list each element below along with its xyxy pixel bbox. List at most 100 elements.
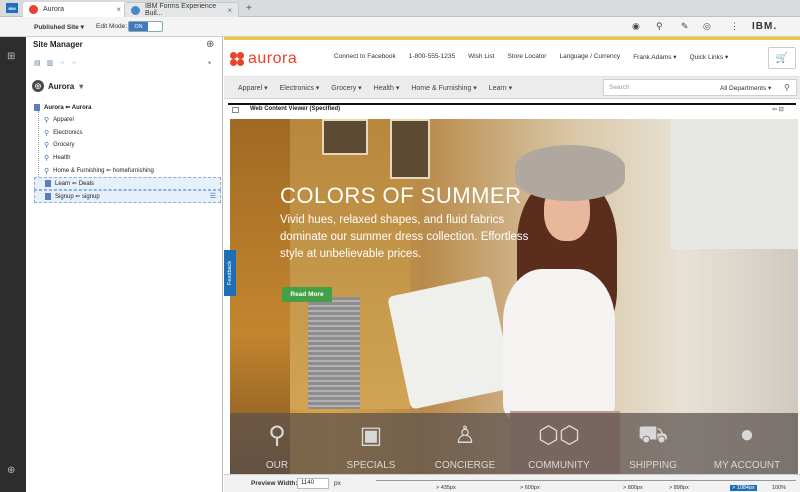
link-icon: ⚲: [44, 155, 50, 163]
ibm-favicon: IBM: [6, 3, 18, 13]
add-page-icon[interactable]: ⊕: [206, 39, 214, 50]
flower-icon: [230, 52, 244, 66]
preview-width-input[interactable]: 1140: [297, 478, 329, 489]
hero-banner: COLORS OF SUMMER Vivid hues, relaxed sha…: [230, 119, 798, 474]
tree-label: Aurora ⇐ Aurora: [44, 104, 92, 111]
service-label: SPECIALS: [346, 460, 396, 471]
tree-label: Grocery: [53, 142, 75, 149]
logo-text: aurora: [248, 50, 298, 67]
link-icon: ⚲: [44, 167, 50, 175]
service-label: OUR: [265, 460, 289, 471]
wishlist-link[interactable]: Wish List: [468, 53, 494, 61]
phone-link[interactable]: 1-800-555-1235: [409, 53, 455, 61]
breakpoint-600[interactable]: > 600px: [520, 485, 540, 491]
service-my-account[interactable]: ● MY ACCOUNT: [700, 413, 794, 474]
nav-health[interactable]: Health ▾: [374, 84, 400, 92]
wrench-icon[interactable]: ✎: [681, 21, 689, 32]
service-icon-bar: ⚲ OUR ▣ SPECIALS ♙ CONCIERGE ⬡⬡ COMMUNITY ⛟ S…: [230, 413, 798, 474]
tree-root[interactable]: Aurora ⇐ Aurora: [34, 101, 221, 114]
site-selector[interactable]: ◎ Aurora ▾: [32, 80, 83, 92]
service-label: MY ACCOUNT: [713, 460, 781, 471]
department-select[interactable]: All Departments ▾: [720, 84, 771, 92]
tree-label: Electronics: [53, 129, 83, 136]
service-community[interactable]: ⬡⬡ COMMUNITY: [512, 413, 606, 474]
more-icon[interactable]: ⋮: [730, 21, 739, 32]
eye-icon[interactable]: ◎: [703, 21, 711, 32]
category-nav: Apparel ▾ Electronics ▾ Grocery ▾ Health…: [224, 77, 800, 99]
add-icon[interactable]: ⊞: [7, 51, 15, 62]
portlet-icon: [232, 107, 239, 113]
close-tab-icon[interactable]: ×: [227, 6, 232, 15]
tree-label: Home & Furnishing ⇐ homefurnishing: [53, 168, 154, 175]
read-more-button[interactable]: Read More: [282, 287, 332, 302]
breakpoint-slider[interactable]: [376, 480, 796, 481]
nav-home-furnishing[interactable]: Home & Furnishing ▾: [411, 84, 476, 92]
tab-label: IBM Forms Experience Buil...: [145, 3, 217, 17]
feedback-tab[interactable]: Feedback: [224, 250, 236, 296]
hero-window: [322, 119, 368, 155]
store-locator-link[interactable]: Store Locator: [507, 53, 546, 61]
ibm-logo: IBM.: [752, 21, 778, 32]
tree-item-learn[interactable]: Learn ⇐ Deals: [34, 177, 221, 190]
tab-aurora[interactable]: Aurora ×: [23, 2, 127, 17]
item-menu-icon[interactable]: ☰: [210, 192, 216, 200]
service-shipping[interactable]: ⛟ SHIPPING: [606, 413, 700, 474]
user-menu[interactable]: Frank Adams ▾: [633, 53, 676, 61]
tree-item-electronics[interactable]: ⚲ Electronics: [34, 126, 221, 139]
nav-electronics[interactable]: Electronics ▾: [280, 84, 320, 92]
storefront-preview: aurora Connect to Facebook 1-800-555-123…: [224, 37, 800, 474]
nav-learn[interactable]: Learn ▾: [489, 84, 512, 92]
nav-grocery[interactable]: Grocery ▾: [331, 84, 361, 92]
nav-apparel[interactable]: Apparel ▾: [238, 84, 268, 92]
edit-mode-label: Edit Mode:: [96, 23, 128, 30]
portlet-controls-icon[interactable]: ⇦ ⊟: [772, 106, 784, 113]
search-tool-icon[interactable]: ⚲: [656, 21, 663, 32]
service-concierge[interactable]: ♙ CONCIERGE: [418, 413, 512, 474]
link-icon: ⚲: [44, 117, 50, 125]
site-manager-tools-icon[interactable]: ▤▥⁘⁘: [34, 59, 83, 67]
preview-width-label: Preview Width:: [251, 480, 298, 487]
money-icon: ▣: [359, 422, 383, 449]
breakpoint-800[interactable]: > 800px: [623, 485, 643, 491]
breakpoint-898[interactable]: > 898px: [669, 485, 689, 491]
cart-icon: 🛒: [775, 52, 789, 64]
tree-item-grocery[interactable]: ⚲ Grocery: [34, 139, 221, 152]
service-specials[interactable]: ▣ SPECIALS: [324, 413, 418, 474]
breakpoint-100[interactable]: 100%: [772, 485, 786, 491]
quick-links-menu[interactable]: Quick Links ▾: [690, 53, 729, 61]
page-icon: [34, 103, 40, 111]
settings-icon[interactable]: ⊕: [7, 465, 15, 476]
tree-item-health[interactable]: ⚲ Health: [34, 152, 221, 165]
tree-item-home-furnishing[interactable]: ⚲ Home & Furnishing ⇐ homefurnishing: [34, 164, 221, 177]
search-input[interactable]: Search All Departments ▾ ⚲: [603, 79, 797, 96]
tree-item-apparel[interactable]: ⚲ Apparel: [34, 114, 221, 127]
edit-mode-value: ON: [129, 22, 148, 31]
breakpoint-435[interactable]: > 435px: [436, 485, 456, 491]
tree-label: Signup ⇐ signup: [55, 193, 100, 200]
cart-button[interactable]: 🛒: [768, 47, 796, 69]
tab-forms-builder[interactable]: IBM Forms Experience Buil... ×: [124, 2, 239, 17]
facebook-link[interactable]: Connect to Facebook: [334, 53, 396, 61]
left-rail: ⊞ ⊕: [0, 37, 26, 492]
language-link[interactable]: Language / Currency: [559, 53, 620, 61]
page-tree: Aurora ⇐ Aurora ⚲ Apparel ⚲ Electronics ⚲ G…: [34, 101, 221, 203]
close-tab-icon[interactable]: ×: [116, 5, 121, 14]
globe-icon[interactable]: ◉: [632, 21, 640, 32]
service-our[interactable]: ⚲ OUR: [230, 413, 324, 474]
published-site-dropdown[interactable]: Published Site ▾: [34, 23, 84, 31]
user-icon: ●: [739, 421, 755, 448]
search-icon[interactable]: ⚲: [784, 83, 790, 92]
new-tab-button[interactable]: +: [246, 3, 252, 14]
hero-window: [390, 119, 430, 179]
hexagons-icon: ⬡⬡: [538, 422, 580, 449]
tree-label: Health: [53, 155, 71, 162]
breakpoint-1084[interactable]: > 1084px: [730, 485, 757, 491]
web-content-viewer-header: Web Content Viewer (Specified) ⇦ ⊟: [228, 103, 796, 115]
service-label: COMMUNITY: [528, 460, 590, 471]
edit-mode-toggle[interactable]: ON: [128, 21, 163, 32]
aurora-logo[interactable]: aurora: [230, 50, 297, 68]
tree-item-signup[interactable]: Signup ⇐ signup ☰: [34, 189, 221, 203]
site-settings-icon[interactable]: ◔: [206, 58, 211, 68]
page-icon: [45, 179, 51, 187]
hero-headline: COLORS OF SUMMER: [280, 183, 522, 208]
